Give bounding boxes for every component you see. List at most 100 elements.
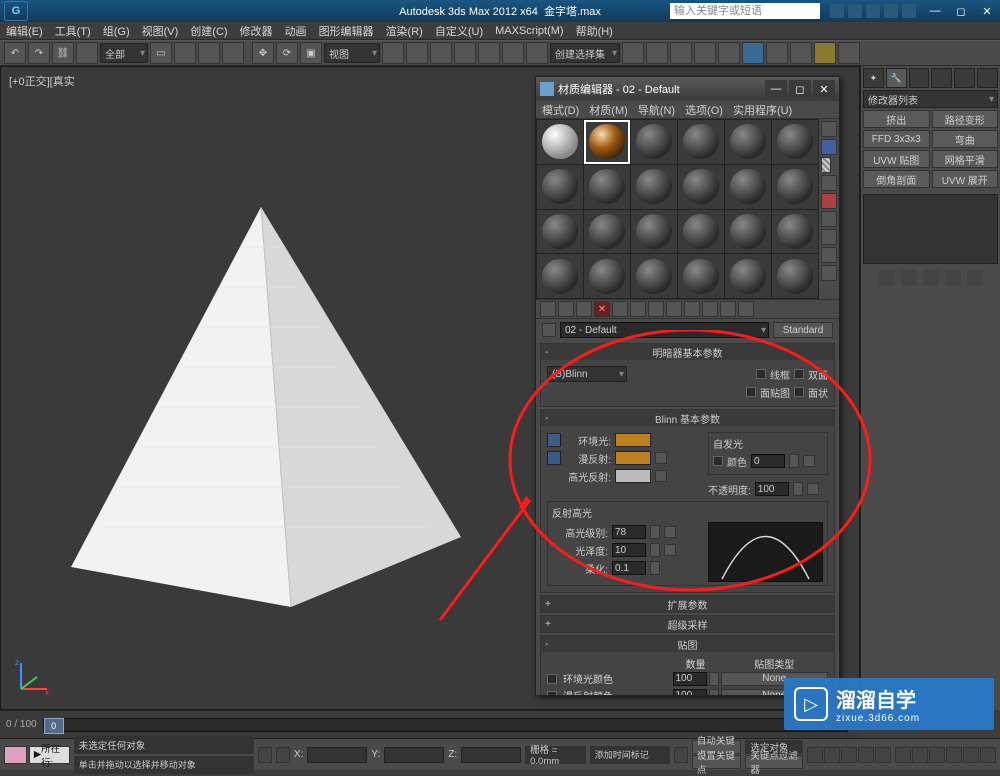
create-tab[interactable]: ✦ [863,68,884,88]
selfillum-map-button[interactable] [803,455,815,467]
app-logo[interactable]: G [4,1,28,21]
modify-tab[interactable]: 🔧 [886,68,907,88]
map-ambient-checkbox[interactable] [547,674,557,684]
pivot-button[interactable] [382,42,404,64]
sample-slot-15[interactable] [631,210,677,254]
key-filters-button[interactable]: 关键点过滤器 [745,755,803,769]
key-lock-icon[interactable] [674,747,688,763]
angle-snap-toggle[interactable] [454,42,476,64]
reset-map-icon[interactable]: ✕ [594,301,610,317]
ambient-lock-icon[interactable] [547,433,561,447]
mod-btn-meshsmooth[interactable]: 网格平滑 [932,150,999,168]
render-frame-button[interactable] [790,42,812,64]
put-to-scene-icon[interactable] [558,301,574,317]
options-icon[interactable] [821,229,837,245]
menu-customize[interactable]: 自定义(U) [435,23,483,39]
select-button[interactable]: ▭ [150,42,172,64]
named-selection-dropdown[interactable]: 创建选择集 [550,43,620,63]
sample-slot-9[interactable] [631,165,677,209]
mod-btn-ffd[interactable]: FFD 3x3x3 [863,130,930,148]
redo-button[interactable]: ↷ [28,42,50,64]
sample-type-icon[interactable] [821,121,837,137]
facemap-checkbox[interactable] [746,387,756,397]
show-end-icon[interactable] [901,270,917,286]
2sided-checkbox[interactable] [794,369,804,379]
map-ambient-spin[interactable] [709,672,719,686]
mat-minimize-button[interactable]: — [765,80,787,98]
time-slider-thumb[interactable]: 0 [44,718,64,734]
soften-spin-buttons[interactable] [650,561,660,575]
render-setup-button[interactable] [766,42,788,64]
selection-lock-toggle[interactable] [526,42,548,64]
layer-button[interactable] [670,42,692,64]
sample-slot-6[interactable] [772,120,818,164]
map-ambient-amount[interactable]: 100 [673,672,707,686]
minimize-button[interactable]: — [922,1,948,21]
viewport-label[interactable]: [+0正交][真实 [9,73,75,89]
go-sibling-icon[interactable] [738,301,754,317]
extended-rollout-header[interactable]: +扩展参数 [541,596,834,612]
sample-slot-24[interactable] [772,254,818,298]
material-editor-button[interactable] [742,42,764,64]
sample-slot-17[interactable] [725,210,771,254]
curve-editor-button[interactable] [694,42,716,64]
prev-frame-button[interactable] [824,747,840,763]
diffuse-map-button[interactable] [655,452,667,464]
mat-id-icon[interactable] [666,301,682,317]
get-material-icon[interactable] [540,301,556,317]
sample-slot-22[interactable] [678,254,724,298]
sample-slot-10[interactable] [678,165,724,209]
sample-slot-1[interactable] [537,120,583,164]
selfillum-color-checkbox[interactable] [713,456,723,466]
spec-level-map-button[interactable] [664,526,676,538]
gloss-spin-buttons[interactable] [650,543,660,557]
specular-color-swatch[interactable] [615,469,651,483]
pin-stack-icon[interactable] [879,270,895,286]
orbit-icon[interactable] [946,747,962,763]
schematic-view-button[interactable] [718,42,740,64]
diffuse-color-swatch[interactable] [615,451,651,465]
menu-grapheditors[interactable]: 图形编辑器 [319,23,374,39]
remove-mod-icon[interactable] [945,270,961,286]
map-diffuse-spin[interactable] [709,689,719,696]
mod-btn-uvwmap[interactable]: UVW 贴图 [863,150,930,168]
sample-slot-13[interactable] [537,210,583,254]
shader-rollout-header[interactable]: -明暗器基本参数 [541,344,834,360]
star-icon[interactable] [884,4,898,18]
map-diffuse-checkbox[interactable] [547,691,557,696]
abs-rel-icon[interactable] [276,747,290,763]
goto-start-button[interactable] [807,747,823,763]
opacity-spin-buttons[interactable] [793,482,803,496]
configure-icon[interactable] [967,270,983,286]
specular-level-spinner[interactable]: 78 [612,525,646,539]
close-button[interactable]: ✕ [974,1,1000,21]
sample-slot-23[interactable] [725,254,771,298]
mod-btn-bend[interactable]: 弯曲 [932,130,999,148]
row-bar[interactable]: ▶ 所在行: [29,746,70,764]
hierarchy-tab[interactable] [909,68,930,88]
shader-type-dropdown[interactable]: (B)Blinn [547,366,627,382]
backlight-icon[interactable] [821,139,837,155]
ambient-color-swatch[interactable] [615,433,651,447]
render-button[interactable] [814,42,836,64]
make-copy-icon[interactable] [612,301,628,317]
wire-checkbox[interactable] [756,369,766,379]
sample-slot-8[interactable] [584,165,630,209]
material-name-dropdown[interactable]: 02 - Default [560,322,769,338]
menu-group[interactable]: 组(G) [103,23,130,39]
selection-lock-icon[interactable] [258,747,272,763]
glossiness-spinner[interactable]: 10 [612,543,646,557]
sample-slot-20[interactable] [584,254,630,298]
script-listener-button[interactable] [4,746,27,764]
sample-slot-14[interactable] [584,210,630,254]
spinner-snap-toggle[interactable] [502,42,524,64]
spec-level-spin-buttons[interactable] [650,525,660,539]
window-crossing-button[interactable] [222,42,244,64]
assign-to-sel-icon[interactable] [576,301,592,317]
sample-slot-16[interactable] [678,210,724,254]
make-preview-icon[interactable] [821,211,837,227]
utilities-tab[interactable] [977,68,998,88]
selfillum-spin-buttons[interactable] [789,454,799,468]
select-region-button[interactable] [198,42,220,64]
sample-slot-5[interactable] [725,120,771,164]
